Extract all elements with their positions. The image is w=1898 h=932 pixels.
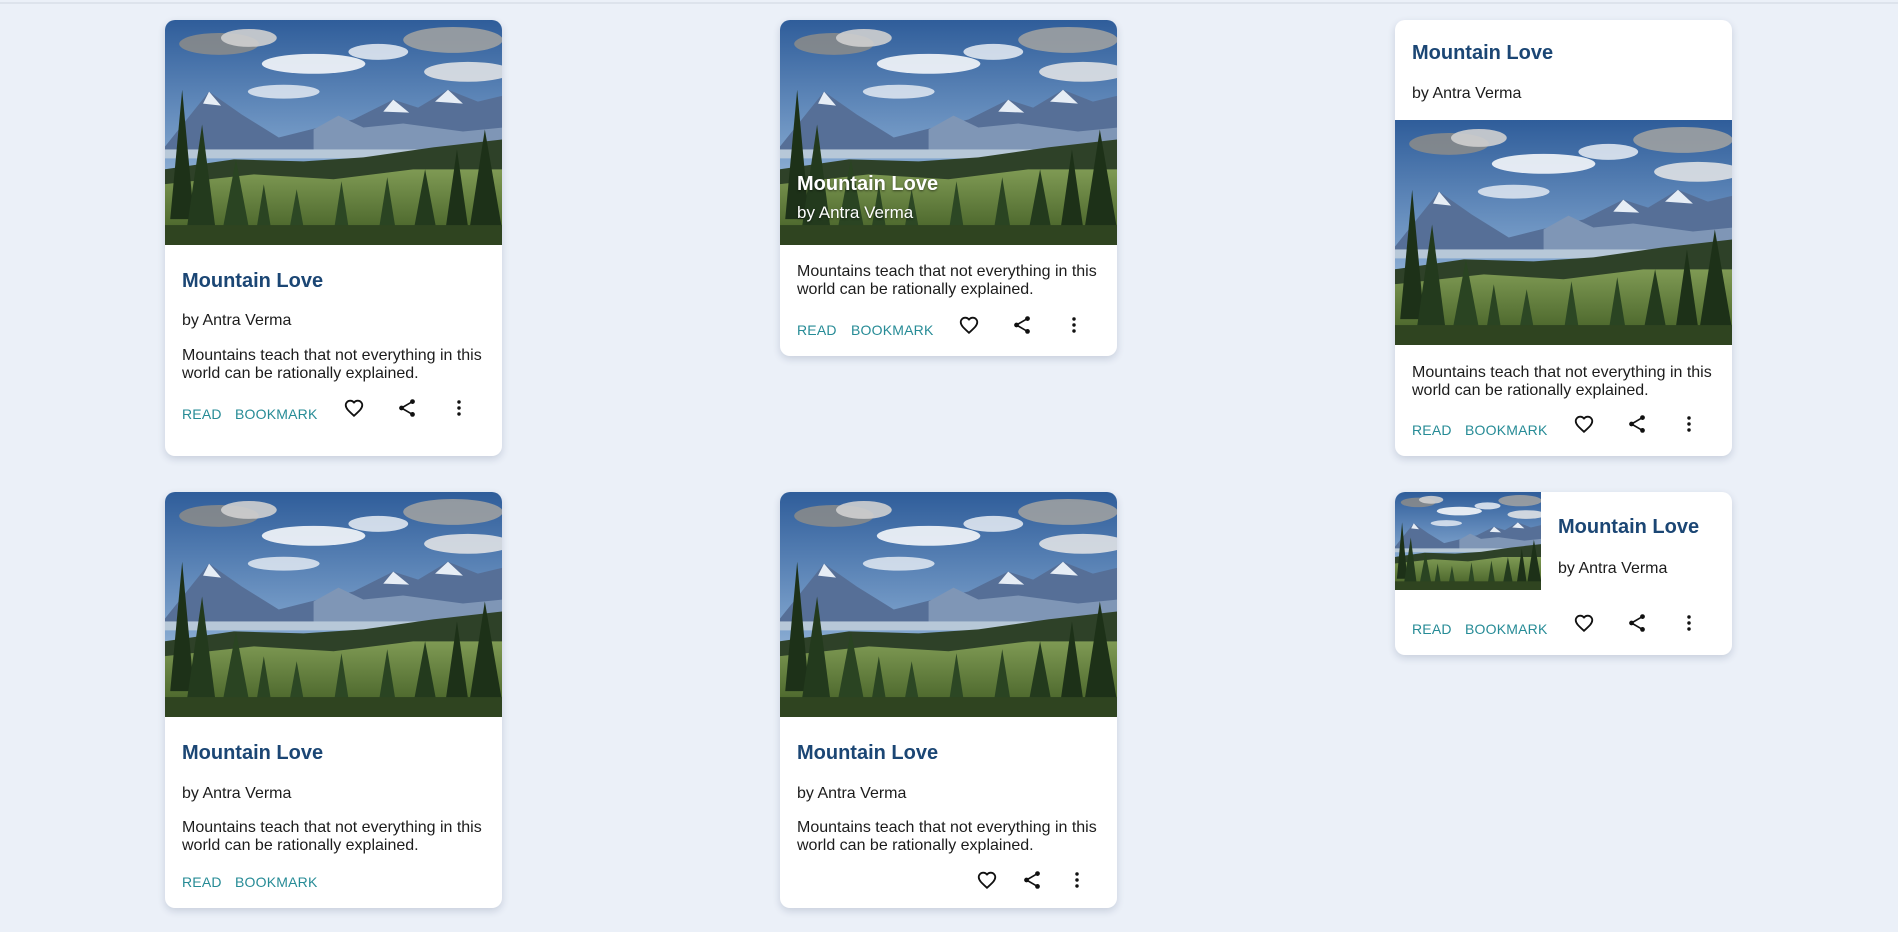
heart-icon[interactable] (1573, 413, 1595, 435)
read-button[interactable]: READ (1412, 621, 1452, 637)
article-card-4: Mountain Love by Antra Verma Mountains t… (165, 492, 502, 908)
article-card-6: Mountain Love by Antra Verma READ BOOKMA… (1395, 492, 1732, 655)
card-author: by Antra Verma (1558, 560, 1668, 577)
card-title: Mountain Love (182, 742, 324, 764)
article-card-5: Mountain Love by Antra Verma Mountains t… (780, 492, 1117, 908)
heart-icon[interactable] (1573, 612, 1595, 634)
heart-icon[interactable] (343, 397, 365, 419)
article-card-2: Mountain Love by Antra Verma Mountains t… (780, 20, 1117, 356)
article-card-3: Mountain Love by Antra Verma Mountains t… (1395, 20, 1732, 456)
read-button[interactable]: READ (182, 874, 222, 890)
card-description: Mountains teach that not everything in t… (797, 819, 1097, 854)
read-button[interactable]: READ (797, 322, 837, 338)
more-vertical-icon[interactable] (1678, 413, 1700, 435)
card-title: Mountain Love (797, 173, 939, 195)
read-button[interactable]: READ (1412, 422, 1452, 438)
article-card-1: Mountain Love by Antra Verma Mountains t… (165, 20, 502, 456)
card-author: by Antra Verma (797, 785, 907, 802)
more-vertical-icon[interactable] (1063, 314, 1085, 336)
share-icon[interactable] (1626, 612, 1648, 634)
more-vertical-icon[interactable] (448, 397, 470, 419)
card-title: Mountain Love (1558, 516, 1700, 538)
card-image (165, 20, 502, 245)
card-title: Mountain Love (797, 742, 939, 764)
card-author: by Antra Verma (797, 203, 914, 222)
card-author: by Antra Verma (182, 312, 292, 329)
card-description: Mountains teach that not everything in t… (1412, 364, 1712, 399)
card-description: Mountains teach that not everything in t… (182, 819, 482, 854)
heart-icon[interactable] (976, 869, 998, 891)
card-author: by Antra Verma (1412, 85, 1522, 102)
card-image (165, 492, 502, 717)
card-title: Mountain Love (182, 270, 324, 292)
bookmark-button[interactable]: BOOKMARK (851, 322, 934, 338)
read-button[interactable]: READ (182, 406, 222, 422)
bookmark-button[interactable]: BOOKMARK (1465, 422, 1548, 438)
bookmark-button[interactable]: BOOKMARK (235, 406, 318, 422)
card-description: Mountains teach that not everything in t… (797, 263, 1097, 298)
card-author: by Antra Verma (182, 785, 292, 802)
card-thumbnail (1395, 492, 1541, 590)
bookmark-button[interactable]: BOOKMARK (235, 874, 318, 890)
bookmark-button[interactable]: BOOKMARK (1465, 621, 1548, 637)
more-vertical-icon[interactable] (1678, 612, 1700, 634)
share-icon[interactable] (1626, 413, 1648, 435)
more-vertical-icon[interactable] (1066, 869, 1088, 891)
share-icon[interactable] (1021, 869, 1043, 891)
share-icon[interactable] (396, 397, 418, 419)
heart-icon[interactable] (958, 314, 980, 336)
card-image (780, 492, 1117, 717)
card-image (1395, 120, 1732, 345)
top-divider (0, 2, 1898, 4)
card-description: Mountains teach that not everything in t… (182, 347, 482, 382)
card-title: Mountain Love (1412, 42, 1554, 64)
share-icon[interactable] (1011, 314, 1033, 336)
